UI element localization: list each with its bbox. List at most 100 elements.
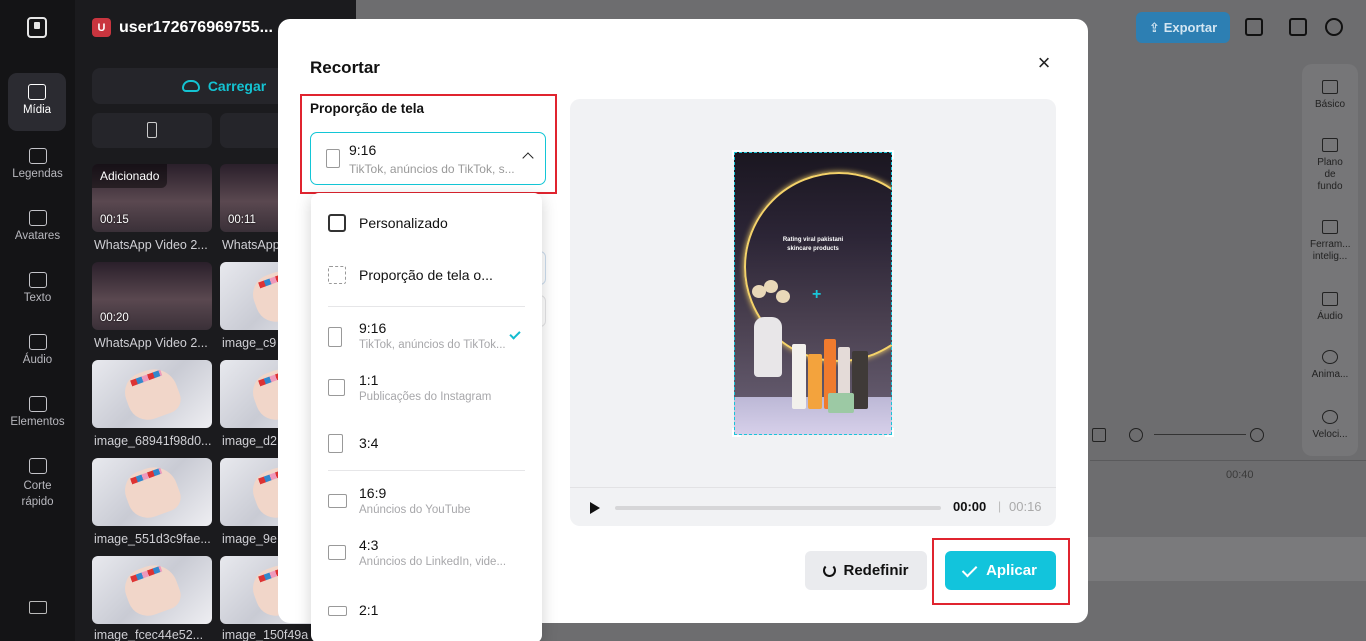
dialog-title: Recortar: [310, 58, 380, 77]
timeline-track: [1088, 537, 1366, 581]
media-item-name: WhatsApp Video 2...: [94, 336, 208, 350]
phone-icon: [147, 122, 157, 138]
timeline-marker: 00:40: [1226, 469, 1254, 481]
zoom-slider[interactable]: [1154, 434, 1246, 435]
cloud-upload-icon: [181, 80, 200, 92]
text-icon: [28, 272, 47, 288]
rail-item-media[interactable]: Mídia: [8, 73, 66, 131]
basic-icon: [1322, 80, 1338, 94]
prop-background[interactable]: Plano de fundo: [1302, 138, 1358, 193]
close-icon[interactable]: ×: [1035, 52, 1053, 74]
highlight-box: [932, 538, 1070, 605]
option-original-ratio[interactable]: Proporção de tela o...: [311, 256, 542, 296]
layers-icon[interactable]: [1245, 18, 1263, 36]
music-icon: [28, 334, 47, 350]
custom-crop-icon: [328, 214, 346, 232]
username: user172676969755...: [119, 18, 273, 36]
quick-cut-icon: [28, 458, 47, 474]
rail-item-captions[interactable]: Legendas: [0, 148, 75, 180]
player-controls: 00:00 | 00:16: [570, 487, 1056, 526]
media-item-name: image_d2: [222, 434, 277, 448]
original-ratio-icon: [328, 266, 346, 284]
prop-speed[interactable]: Veloci...: [1302, 410, 1358, 441]
ratio-1-1-icon: [328, 379, 345, 396]
rail-item-audio[interactable]: Áudio: [0, 334, 75, 366]
media-item-name: WhatsApp Video 2...: [94, 238, 208, 252]
seek-bar[interactable]: [615, 506, 941, 510]
highlight-box: [300, 94, 557, 194]
crop-handle[interactable]: [885, 428, 894, 437]
properties-panel: Básico Plano de fundo Ferram... intelig.…: [1302, 64, 1358, 456]
split-view-icon[interactable]: [1289, 18, 1307, 36]
ratio-4-3-icon: [328, 545, 346, 560]
prop-basic[interactable]: Básico: [1302, 80, 1358, 111]
rail-item-text[interactable]: Texto: [0, 272, 75, 304]
ratio-9-16-icon: [328, 327, 342, 347]
media-item[interactable]: Adicionado 00:15: [92, 164, 212, 232]
zoom-in-icon[interactable]: [1250, 428, 1264, 442]
ratio-3-4-icon: [328, 434, 343, 453]
media-item-name: image_551d3c9fae...: [94, 532, 211, 546]
ratio-2-1-icon: [328, 606, 347, 616]
crop-frame[interactable]: +: [732, 150, 894, 437]
media-item-name: image_fcec44e52...: [94, 628, 204, 641]
current-time: 00:00: [953, 499, 987, 514]
elements-icon: [28, 396, 47, 412]
rail-item-quick-cut[interactable]: Corte rápido: [0, 458, 75, 510]
prop-smart-tools[interactable]: Ferram... intelig...: [1302, 220, 1358, 263]
split-icon[interactable]: [1092, 428, 1106, 442]
animation-icon: [1322, 350, 1338, 364]
export-button[interactable]: ⇪ Exportar: [1136, 12, 1230, 43]
media-item-name: image_150f49a: [222, 628, 309, 641]
option-4-3[interactable]: 4:3 Anúncios do LinkedIn, vide...: [311, 534, 542, 582]
keyboard-icon[interactable]: [29, 601, 47, 614]
checkmark-icon: [509, 328, 521, 340]
crop-handle[interactable]: [885, 150, 894, 159]
magic-wand-icon: [1322, 220, 1338, 234]
media-item-name: image_c9: [222, 336, 277, 350]
music-icon: [1322, 292, 1338, 306]
option-9-16[interactable]: 9:16 TikTok, anúncios do TikTok...: [311, 317, 542, 365]
crop-handle[interactable]: [732, 150, 741, 159]
option-16-9[interactable]: 16:9 Anúncios do YouTube: [311, 482, 542, 530]
divider: [328, 470, 525, 471]
captions-icon: [28, 148, 47, 164]
play-icon[interactable]: [590, 502, 600, 514]
media-item[interactable]: 00:20: [92, 262, 212, 330]
user-menu[interactable]: U user172676969755...: [92, 18, 273, 37]
option-2-1[interactable]: 2:1: [311, 594, 542, 634]
prop-audio[interactable]: Áudio: [1302, 292, 1358, 323]
ratio-16-9-icon: [328, 494, 347, 508]
app-logo-icon[interactable]: [27, 17, 47, 38]
reset-icon: [823, 564, 837, 577]
zoom-control: [1092, 428, 1292, 442]
rail-item-elements[interactable]: Elementos: [0, 396, 75, 428]
settings-gear-icon[interactable]: [1325, 18, 1343, 36]
crop-dialog: Recortar × Proporção de tela 9:16 TikTok…: [278, 19, 1088, 641]
export-icon: ⇪: [1148, 19, 1160, 35]
crop-preview: Rating viral pakistani skincare products…: [570, 99, 1056, 526]
cloud-upload-icon: [28, 84, 46, 100]
option-3-4[interactable]: 3:4: [311, 427, 542, 467]
media-item-name: image_9e: [222, 532, 277, 546]
crop-center-icon: +: [812, 286, 822, 303]
crop-handle[interactable]: [732, 428, 741, 437]
avatar: U: [92, 18, 111, 37]
reset-button[interactable]: Redefinir: [805, 551, 927, 590]
avatar-icon: [28, 210, 47, 226]
media-item[interactable]: [92, 458, 212, 526]
duration: 00:16: [1009, 499, 1042, 514]
prop-animation[interactable]: Anima...: [1302, 350, 1358, 381]
left-rail: Mídia Legendas Avatares Texto Áudio Elem…: [0, 0, 75, 641]
divider: [328, 306, 525, 307]
option-custom[interactable]: Personalizado: [311, 204, 542, 244]
zoom-out-icon[interactable]: [1129, 428, 1143, 442]
media-item[interactable]: [92, 556, 212, 624]
media-item-name: image_68941f98d0...: [94, 434, 212, 448]
media-item-name: WhatsApp: [222, 238, 280, 252]
phone-source-button[interactable]: [92, 113, 212, 148]
background-icon: [1322, 138, 1338, 152]
media-item[interactable]: [92, 360, 212, 428]
option-1-1[interactable]: 1:1 Publicações do Instagram: [311, 369, 542, 417]
rail-item-avatars[interactable]: Avatares: [0, 210, 75, 242]
